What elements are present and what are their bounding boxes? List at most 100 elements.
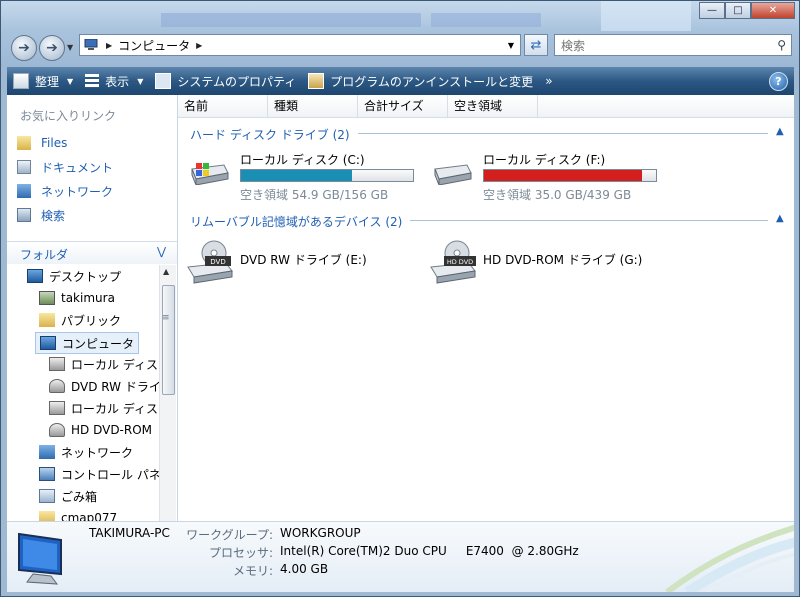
system-properties-icon [155,73,172,89]
chevron-down-icon: ⋁ [157,245,167,258]
help-button[interactable]: ? [769,72,788,91]
tree-item-dvd-rw[interactable]: DVD RW ドライ [49,376,161,396]
chevron-down-icon: ▼ [67,76,74,86]
forward-button[interactable]: ➔ [39,35,65,61]
dvd-drive-icon [49,423,65,437]
back-arrow-icon: ➔ [18,40,30,56]
caption-buttons: — □ ✕ [699,2,795,19]
tree-item-local-disk-f[interactable]: ローカル ディス [49,398,158,418]
network-icon [17,184,31,198]
documents-icon [17,160,31,174]
search-folder-icon [17,208,31,222]
address-dropdown-icon[interactable]: ▼ [508,41,514,50]
dvd-drive-icon: DVD [187,240,233,284]
explorer-window: — □ ✕ ➔ ➔ ▼ ▶ コンピュータ ▶ ▼ ⇄ ⚲ [0,0,800,597]
search-box[interactable]: ⚲ [554,34,792,56]
chevron-down-icon: ▼ [137,76,144,86]
folders-header[interactable]: フォルダ ⋁ [7,241,177,264]
favorite-network[interactable]: ネットワーク [17,182,113,200]
close-button[interactable]: ✕ [751,2,795,19]
dvd-badge: DVD [210,258,225,266]
column-name[interactable]: 名前 [178,95,268,117]
file-list: 名前 種類 ⌃ 合計サイズ 空き領域 ハード ディスク ドライブ (2) ▲ ロ… [178,95,794,521]
processor-label: プロセッサ: [208,546,273,560]
views-icon [85,74,100,88]
forward-arrow-icon: ➔ [46,40,58,56]
grip-icon: ≡ [162,313,170,323]
favorites-title: お気に入りリンク [20,109,117,123]
drive-label: ローカル ディスク (F:) [483,153,606,167]
breadcrumb-computer[interactable]: コンピュータ [118,37,190,54]
folder-icon [17,136,31,150]
maximize-button[interactable]: □ [725,2,751,19]
more-commands-button[interactable]: » [539,69,558,93]
memory-label: メモリ: [232,564,273,578]
drive-label: ローカル ディスク (C:) [240,153,365,167]
system-properties-button[interactable]: システムのプロパティ [149,69,302,93]
tree-item-control-panel[interactable]: コントロール パネ [39,464,161,484]
hard-drive-icon [434,164,472,185]
computer-name: TAKIMURA-PC [89,526,170,540]
column-total-size[interactable]: 合計サイズ [358,95,448,117]
favorite-search[interactable]: 検索 [17,206,65,224]
scroll-up-icon[interactable]: ▲ [163,267,169,276]
hard-drive-icon [49,357,65,371]
folder-icon [39,313,55,327]
folder-icon [39,511,55,521]
hard-drive-icon [191,163,229,185]
breadcrumb-separator-icon[interactable]: ▶ [196,41,202,50]
decorative-swoosh [665,524,794,592]
command-bar: 整理 ▼ 表示 ▼ システムのプロパティ プログラムのアンインストールと変更 »… [7,67,794,95]
minimize-button[interactable]: — [699,2,725,19]
scrollbar-thumb[interactable] [162,285,175,395]
chevron-up-icon[interactable]: ▲ [776,126,784,137]
recent-pages-dropdown[interactable]: ▼ [67,43,73,52]
hard-drive-icon [49,401,65,415]
search-input[interactable] [559,36,763,56]
views-button[interactable]: 表示 ▼ [79,69,149,93]
tree-item-network[interactable]: ネットワーク [39,442,133,462]
tree-item-desktop[interactable]: デスクトップ [27,266,121,286]
search-icon[interactable]: ⚲ [777,38,786,52]
organize-icon [13,73,29,89]
address-bar[interactable]: ▶ コンピュータ ▶ ▼ [79,34,521,56]
group-hard-disks[interactable]: ハード ディスク ドライブ (2) ▲ [178,124,794,142]
chevron-up-icon[interactable]: ▲ [776,213,784,224]
back-button[interactable]: ➔ [11,35,37,61]
drive-usage-bar [240,169,414,182]
control-panel-icon [39,467,55,481]
programs-icon [308,73,325,89]
drive-hd-dvd-g[interactable]: HD DVD HD DVD-ROM ドライブ (G:) [429,239,669,287]
computer-icon [84,39,98,50]
group-removable[interactable]: リムーバブル記憶域があるデバイス (2) ▲ [178,211,794,229]
desktop-icon [27,269,43,283]
tree-item-user[interactable]: takimura [39,288,115,308]
uninstall-programs-button[interactable]: プログラムのアンインストールと変更 [302,69,539,93]
tree-item-local-disk-c[interactable]: ローカル ディス [49,354,158,374]
dvd-drive-icon [49,379,65,393]
drive-dvd-rw-e[interactable]: DVD DVD RW ドライブ (E:) [186,239,426,287]
tree-item-public[interactable]: パブリック [39,310,121,330]
memory-value: 4.00 GB [280,562,329,576]
sort-ascending-icon: ⌃ [308,95,315,101]
refresh-button[interactable]: ⇄ [524,34,548,56]
breadcrumb-separator-icon[interactable]: ▶ [106,41,112,50]
tree-item-hd-dvd[interactable]: HD DVD-ROM [49,420,152,440]
network-icon [39,445,55,459]
favorite-documents[interactable]: ドキュメント [17,158,113,176]
column-header: 名前 種類 ⌃ 合計サイズ 空き領域 [178,95,794,118]
hd-dvd-badge: HD DVD [447,258,473,266]
computer-large-icon [18,532,62,585]
drive-local-c[interactable]: ローカル ディスク (C:) 空き領域 54.9 GB/156 GB [186,151,426,203]
folders-scrollbar[interactable]: ▲ ≡ [159,265,176,521]
drive-free-space: 空き領域 54.9 GB/156 GB [240,188,389,202]
workgroup-label: ワークグループ: [186,528,273,542]
tree-item-recycle-bin[interactable]: ごみ箱 [39,486,97,506]
column-free-space[interactable]: 空き領域 [448,95,538,117]
tree-item-computer[interactable]: コンピュータ [35,332,140,354]
favorite-files[interactable]: Files [17,134,67,152]
organize-button[interactable]: 整理 ▼ [7,69,79,93]
tree-item-cmap[interactable]: cmap077 [39,508,117,521]
drive-usage-bar [483,169,657,182]
drive-local-f[interactable]: ローカル ディスク (F:) 空き領域 35.0 GB/439 GB [429,151,669,203]
